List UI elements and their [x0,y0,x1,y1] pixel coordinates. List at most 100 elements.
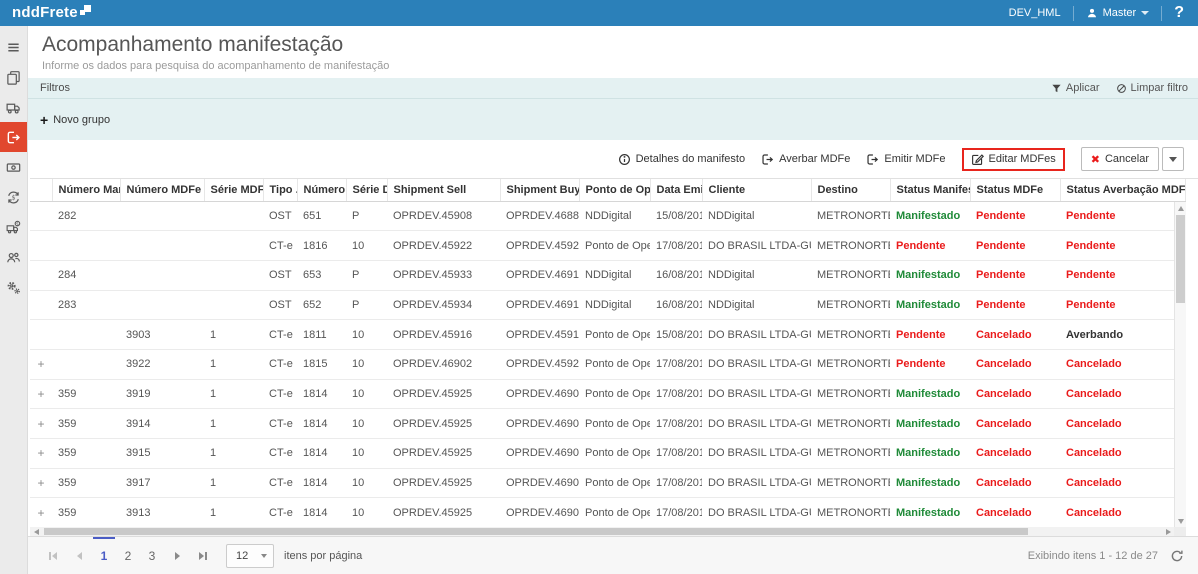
column-header[interactable]: Status MDFe [970,179,1061,202]
cell-shipment_sell: OPRDEV.45933 [387,260,500,291]
cell-ponto: Ponto de Operação ... [579,438,650,469]
column-header[interactable]: Série MDFe [204,179,264,202]
table-row[interactable]: +359 3913 1 CT-e 1814 10 OPRDEV.45925 OPRDEV.46… [30,497,1185,529]
cell-tipo: CT-e [263,408,297,439]
page-button-3[interactable]: 3 [140,537,164,574]
documents-icon [7,70,20,85]
table-row[interactable]: +359 3919 1 CT-e 1814 10 OPRDEV.45925 OPRDEV.46… [30,379,1185,410]
first-page-button[interactable] [40,537,66,574]
row-expand-button[interactable]: + [30,438,52,469]
cell-status_mdfe: Cancelado [970,349,1060,380]
last-page-button[interactable] [190,537,216,574]
column-header[interactable]: Shipment Sell [387,179,501,202]
sidebar-item-manifestacao[interactable] [0,122,27,152]
new-group-button[interactable]: + Novo grupo [40,113,110,127]
page-size-select[interactable]: 12 [226,543,274,568]
next-page-button[interactable] [164,537,190,574]
row-expand-button[interactable]: + [30,408,52,439]
table-row[interactable]: +359 3914 1 CT-e 1814 10 OPRDEV.45925 OPRDEV.46… [30,408,1185,439]
table-row[interactable]: 282 OST 651 P OPRDEV.45908 OPRDEV.46884 NDDigi… [30,201,1185,232]
column-header[interactable]: Shipment Buy [500,179,580,202]
cell-numero: 653 [297,260,346,291]
editar-mdfes-button[interactable]: Editar MDFes [971,153,1056,166]
scroll-right-arrow-icon[interactable] [1162,527,1174,536]
horizontal-scrollbar[interactable] [30,527,1174,536]
column-header[interactable]: Destino [811,179,891,202]
column-header-expand [30,179,53,202]
sidebar-item-freight[interactable]: $ [0,212,27,242]
sidebar-item-billing[interactable] [0,152,27,182]
previous-page-button[interactable] [66,537,92,574]
cell-shipment_buy: OPRDEV.46903 [500,408,579,439]
apply-filter-button[interactable]: Aplicar [1051,82,1100,94]
app-logo[interactable]: nddFrete [0,2,91,24]
cell-ponto: Ponto de Operação ... [579,379,650,410]
column-header[interactable]: Número ... [297,179,347,202]
cell-status_manifesto: Manifestado [890,290,970,321]
clear-filter-button[interactable]: Limpar filtro [1116,82,1188,94]
row-expand-button[interactable]: + [30,468,52,499]
cell-shipment_sell: OPRDEV.45916 [387,319,500,350]
manifest-details-button[interactable]: Detalhes do manifesto [618,153,745,166]
cell-status_manifesto: Manifestado [890,438,970,469]
row-expand-button[interactable]: + [30,349,52,380]
averbar-mdfe-button[interactable]: Averbar MDFe [761,153,850,166]
sidebar-item-users[interactable] [0,242,27,272]
table-row[interactable]: +359 3915 1 CT-e 1814 10 OPRDEV.45925 OPRDEV.46… [30,438,1185,469]
table-row[interactable]: 284 OST 653 P OPRDEV.45933 OPRDEV.46912 NDDigi… [30,260,1185,291]
sidebar-item-financial-cycle[interactable]: $ [0,182,27,212]
column-header[interactable]: Cliente [702,179,812,202]
table-row[interactable]: CT-e 1816 10 OPRDEV.45922 OPRDEV.45920 Ponto … [30,230,1185,261]
cell-serie_mdfe [204,230,263,261]
cancelar-button[interactable]: ✖ Cancelar [1080,147,1159,171]
cell-ponto: NDDigital [579,290,650,321]
column-header[interactable]: Ponto de Operação [579,179,651,202]
cell-cliente: NDDigital [702,260,811,291]
cell-mani: 283 [52,290,120,321]
cell-serie_mdfe [204,290,263,321]
sidebar-item-documents[interactable] [0,62,27,92]
cell-status_mdfe: Pendente [970,230,1060,261]
cell-serie_mdfe: 1 [204,438,263,469]
sidebar-item-transport[interactable] [0,92,27,122]
user-menu[interactable]: Master [1086,7,1150,19]
scroll-up-arrow-icon[interactable] [1175,202,1187,214]
emitir-mdfe-button[interactable]: Emitir MDFe [866,153,946,166]
page-button-2[interactable]: 2 [116,537,140,574]
scroll-left-arrow-icon[interactable] [30,527,42,536]
sidebar-item-settings[interactable] [0,272,27,302]
row-expand-button[interactable]: + [30,497,52,529]
help-button[interactable]: ? [1174,4,1184,22]
sidebar-menu-toggle[interactable] [0,32,27,62]
cell-destino: METRONORTE CO... [811,379,890,410]
column-header[interactable]: Status Averbação MDFe↑ [1060,179,1186,202]
chevron-down-icon [1141,11,1150,15]
cell-status_manifesto: Manifestado [890,468,970,499]
column-header[interactable]: Data Emissã... [650,179,703,202]
page-title: Acompanhamento manifestação [42,33,344,56]
cell-mani: 359 [52,408,120,439]
cell-mdfe: 3915 [120,438,204,469]
cell-destino: METRONORTE CO... [811,319,890,350]
horizontal-scrollbar-thumb[interactable] [44,528,1028,535]
scroll-down-arrow-icon[interactable] [1175,515,1187,527]
column-header[interactable]: Status Manifesto [890,179,971,202]
page-button-1[interactable]: 1 [92,536,116,574]
refresh-button[interactable] [1170,549,1184,563]
svg-text:$: $ [12,194,16,201]
vertical-scrollbar-thumb[interactable] [1176,215,1185,303]
cell-numero: 1814 [297,408,346,439]
cell-destino: METRONORTE CO... [811,438,890,469]
table-row[interactable]: 3903 1 CT-e 1811 10 OPRDEV.45916 OPRDEV.45914 P… [30,319,1185,350]
cell-tipo: CT-e [263,319,297,350]
table-row[interactable]: +3922 1 CT-e 1815 10 OPRDEV.46902 OPRDEV.45923… [30,349,1185,380]
column-header[interactable]: Número Mani... [52,179,121,202]
column-header[interactable]: Número MDFe [120,179,205,202]
row-expand-button[interactable]: + [30,379,52,410]
column-header[interactable]: Série D... [346,179,388,202]
cancelar-dropdown-button[interactable] [1162,147,1184,171]
vertical-scrollbar[interactable] [1174,202,1186,527]
table-row[interactable]: 283 OST 652 P OPRDEV.45934 OPRDEV.46914 NDDigi… [30,290,1185,321]
table-row[interactable]: +359 3917 1 CT-e 1814 10 OPRDEV.45925 OPRDEV.46… [30,468,1185,499]
column-header[interactable]: Tipo ... [263,179,298,202]
